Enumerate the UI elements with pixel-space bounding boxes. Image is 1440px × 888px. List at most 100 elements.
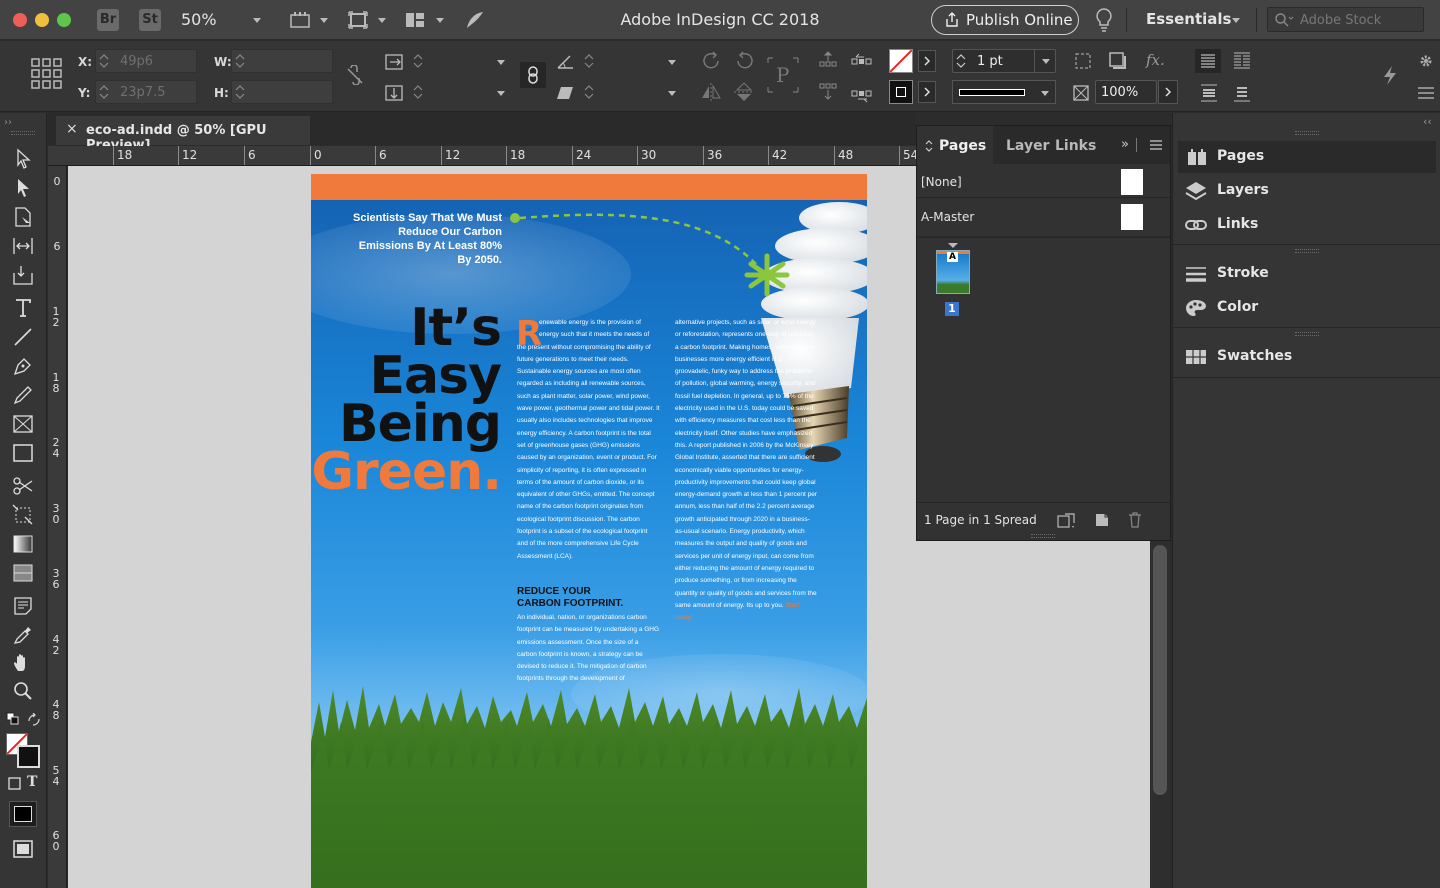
shear-dropdown-icon[interactable] bbox=[668, 91, 676, 96]
dock-item-stroke[interactable]: Stroke bbox=[1173, 258, 1440, 290]
shear-angle-icon[interactable] bbox=[555, 83, 577, 103]
scale-x-icon[interactable] bbox=[385, 52, 407, 72]
publish-feather-icon[interactable] bbox=[465, 11, 485, 29]
stroke-color-box[interactable] bbox=[17, 745, 40, 768]
gap-tool-icon[interactable] bbox=[11, 234, 35, 258]
master-row-a[interactable]: A-Master bbox=[917, 199, 1170, 237]
opacity-menu-button[interactable] bbox=[1158, 80, 1178, 104]
screen-mode-normal-icon[interactable] bbox=[11, 837, 35, 861]
document-tab[interactable]: eco-ad.indd @ 50% [GPU Preview] bbox=[56, 116, 310, 153]
view-options-icon[interactable] bbox=[290, 11, 310, 29]
master-row-none[interactable]: [None] bbox=[917, 164, 1170, 198]
body-text-column-1b[interactable]: An individual, nation, or organizations … bbox=[517, 612, 660, 686]
maximize-window-button[interactable] bbox=[57, 13, 71, 27]
pencil-tool-icon[interactable] bbox=[11, 383, 35, 407]
flip-horizontal-icon[interactable] bbox=[700, 82, 722, 102]
close-document-icon[interactable]: × bbox=[66, 121, 78, 137]
fill-swatch[interactable] bbox=[889, 49, 913, 73]
dock-group-grip[interactable] bbox=[1295, 131, 1319, 135]
y-stepper-icon[interactable] bbox=[99, 82, 109, 102]
publish-online-button[interactable]: Publish Online bbox=[931, 5, 1079, 35]
vertical-justify-icon[interactable] bbox=[1198, 83, 1220, 103]
science-callout[interactable]: Scientists Say That We Must Reduce Our C… bbox=[351, 211, 502, 267]
new-page-icon[interactable] bbox=[1094, 512, 1110, 528]
constrain-proportions-icon[interactable] bbox=[344, 65, 366, 85]
y-position-field[interactable]: 23p7.5 bbox=[95, 80, 197, 104]
dock-item-color[interactable]: Color bbox=[1173, 292, 1440, 324]
panel-menu-icon[interactable] bbox=[1149, 140, 1163, 150]
tab-layers[interactable]: Layer bbox=[1006, 138, 1049, 154]
hand-tool-icon[interactable] bbox=[11, 651, 35, 675]
screen-mode-icon[interactable] bbox=[348, 11, 368, 29]
page-number-label[interactable]: 1 bbox=[945, 302, 959, 316]
link-scale-button[interactable] bbox=[520, 62, 546, 88]
scale-x-dropdown-icon[interactable] bbox=[497, 60, 505, 65]
gradient-feather-tool-icon[interactable] bbox=[11, 561, 35, 585]
align-left-button[interactable] bbox=[1195, 49, 1221, 73]
formatting-text-icon[interactable]: T bbox=[27, 774, 37, 790]
tools-grip[interactable] bbox=[11, 131, 35, 135]
document-page[interactable]: Scientists Say That We Must Reduce Our C… bbox=[311, 174, 867, 888]
width-field[interactable] bbox=[231, 49, 333, 73]
drop-shadow-icon[interactable] bbox=[1107, 51, 1129, 71]
stroke-swatch[interactable] bbox=[889, 80, 913, 104]
vertical-ruler[interactable]: 0 6 12 18 24 30 36 42 48 54 60 bbox=[48, 166, 67, 888]
screen-mode-dropdown-icon[interactable] bbox=[378, 18, 386, 23]
note-tool-icon[interactable] bbox=[11, 594, 35, 618]
more-tabs-icon[interactable]: » bbox=[1121, 137, 1129, 152]
edit-page-size-icon[interactable] bbox=[1057, 513, 1077, 529]
rotate-cw-icon[interactable] bbox=[701, 51, 723, 71]
stroke-menu-button[interactable] bbox=[918, 81, 936, 103]
dock-item-links[interactable]: Links bbox=[1173, 209, 1440, 241]
fill-menu-button[interactable] bbox=[918, 50, 936, 72]
workspace-switcher[interactable]: Essentials bbox=[1146, 10, 1231, 28]
effects-icon[interactable]: fx. bbox=[1146, 51, 1165, 69]
text-columns-icon[interactable] bbox=[1231, 51, 1253, 71]
lightbulb-icon[interactable] bbox=[1095, 7, 1113, 33]
select-next-object-icon[interactable] bbox=[850, 83, 872, 103]
x-stepper-icon[interactable] bbox=[99, 51, 109, 71]
horizontal-ruler[interactable]: 18 12 6 0 6 12 18 24 30 36 42 48 54 bbox=[48, 146, 918, 166]
formatting-container-icon[interactable] bbox=[8, 777, 22, 791]
type-tool-icon[interactable] bbox=[11, 296, 35, 320]
x-position-field[interactable]: 49p6 bbox=[95, 49, 197, 73]
page-tool-icon[interactable] bbox=[11, 205, 35, 229]
rotation-dropdown-icon[interactable] bbox=[668, 60, 676, 65]
scale-y-icon[interactable] bbox=[385, 83, 407, 103]
stroke-type-select[interactable] bbox=[952, 80, 1056, 104]
select-previous-object-icon[interactable] bbox=[850, 51, 872, 71]
rectangle-tool-icon[interactable] bbox=[11, 441, 35, 465]
select-content-icon[interactable] bbox=[817, 83, 839, 103]
rotation-stepper-icon[interactable] bbox=[584, 51, 594, 71]
subhead[interactable]: REDUCE YOUR CARBON FOOTPRINT. bbox=[517, 586, 627, 610]
adobe-stock-search-input[interactable]: Adobe Stock bbox=[1267, 7, 1424, 32]
arrange-documents-icon[interactable] bbox=[405, 11, 425, 29]
headline[interactable]: It’s Easy Being Green. bbox=[311, 302, 502, 498]
eyedropper-tool-icon[interactable] bbox=[11, 623, 35, 647]
flip-vertical-icon[interactable] bbox=[733, 82, 755, 102]
line-tool-icon[interactable] bbox=[11, 325, 35, 349]
scissors-tool-icon[interactable] bbox=[11, 474, 35, 498]
body-text-column-2[interactable]: alternative projects, such as solar or w… bbox=[675, 317, 818, 689]
zoom-dropdown-icon[interactable] bbox=[253, 18, 261, 23]
tab-links[interactable]: Links bbox=[1055, 138, 1096, 154]
tab-pages[interactable]: Pages bbox=[917, 126, 993, 164]
reference-point-icon[interactable] bbox=[31, 58, 63, 90]
dock-group-grip[interactable] bbox=[1295, 332, 1319, 336]
stroke-weight-stepper-icon[interactable] bbox=[956, 51, 966, 71]
panel-menu-icon[interactable] bbox=[1416, 83, 1438, 103]
panel-resize-grip[interactable] bbox=[1031, 534, 1055, 538]
default-colors-icon[interactable] bbox=[6, 712, 20, 726]
align-bottom-icon[interactable] bbox=[1231, 83, 1253, 103]
scrollbar-thumb[interactable] bbox=[1153, 545, 1167, 795]
dock-group-grip[interactable] bbox=[1295, 249, 1319, 253]
workspace-dropdown-icon[interactable] bbox=[1232, 18, 1240, 23]
opacity-icon[interactable] bbox=[1071, 83, 1093, 103]
pen-tool-icon[interactable] bbox=[11, 354, 35, 378]
arrange-dropdown-icon[interactable] bbox=[436, 18, 444, 23]
dock-item-swatches[interactable]: Swatches bbox=[1173, 341, 1440, 373]
swap-colors-icon[interactable] bbox=[27, 713, 41, 727]
gear-icon[interactable] bbox=[1416, 51, 1438, 71]
scale-y-dropdown-icon[interactable] bbox=[497, 91, 505, 96]
shear-stepper-icon[interactable] bbox=[584, 82, 594, 102]
